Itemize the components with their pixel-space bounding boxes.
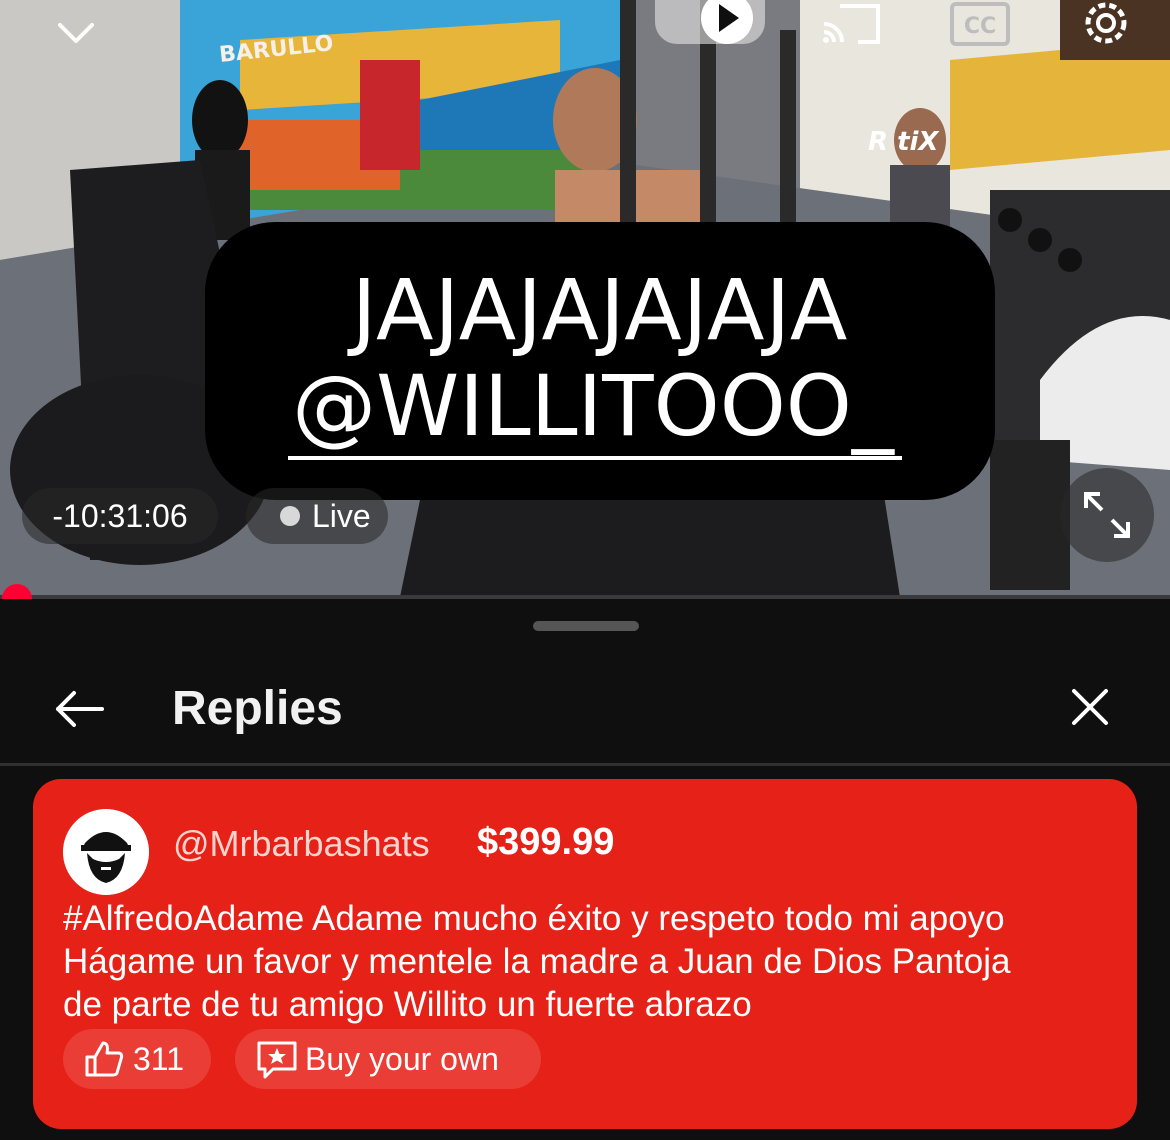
fullscreen-icon [1084,492,1130,538]
close-icon [1072,689,1108,725]
message-text: #AlfredoAdame Adame mucho éxito y respet… [63,897,1123,1026]
back-button[interactable] [44,679,114,739]
time-display: -10:31:06 [22,488,218,544]
header-divider [0,763,1170,766]
gym-sign: R tiX [868,127,940,157]
bearded-man-avatar-icon [63,809,149,895]
svg-text:CC: CC [964,14,996,39]
chevron-down-icon [58,23,94,43]
cast-button[interactable] [818,0,884,50]
drag-handle[interactable] [533,621,639,631]
cast-icon [823,4,880,44]
super-chat-star-icon [257,1041,297,1079]
settings-button[interactable] [1076,0,1136,50]
play-icon [701,0,753,44]
caption-box: JAJAJAJAJAJA @WILLITOOO_ [205,222,995,500]
arrow-left-icon [56,691,104,727]
super-chat-card: @Mrbarbashats $399.99 #AlfredoAdame Adam… [33,779,1137,1129]
captions-button[interactable]: CC [948,0,1012,48]
settings-icon [1085,2,1127,44]
caption-line-2: @WILLITOOO_ [288,358,902,460]
like-button[interactable]: 311 [63,1029,211,1089]
buy-your-own-label: Buy your own [305,1040,499,1077]
replies-panel: Replies @Mrbarbashats $399.99 #AlfredoAd… [0,599,1170,1140]
like-count: 311 [133,1040,185,1077]
autoplay-toggle[interactable] [655,0,765,44]
live-button[interactable]: Live [246,488,388,544]
message-line: #AlfredoAdame Adame mucho éxito y respet… [63,899,1005,938]
minimize-button[interactable] [48,8,104,58]
thumbs-up-icon [85,1041,124,1077]
captions-icon: CC [950,2,1010,46]
avatar[interactable] [63,809,149,895]
video-player[interactable]: BARULLO R tiX CC JAJAJAJAJAJA @WILLITOOO… [0,0,1170,597]
caption-line-1: JAJAJAJAJAJA [351,261,849,359]
panel-title: Replies [172,682,343,735]
close-button[interactable] [1060,677,1120,737]
fullscreen-button[interactable] [1060,468,1154,562]
message-line: de parte de tu amigo Willito un fuerte a… [63,985,752,1024]
author-name[interactable]: @Mrbarbashats [173,823,430,865]
message-line: Hágame un favor y mentele la madre a Jua… [63,942,1011,981]
buy-your-own-button[interactable]: Buy your own [235,1029,541,1089]
super-chat-amount: $399.99 [477,821,615,863]
live-dot-icon [280,506,300,526]
panel-header: Replies [0,659,1170,763]
time-text: -10:31:06 [52,497,188,534]
live-label: Live [312,497,371,534]
